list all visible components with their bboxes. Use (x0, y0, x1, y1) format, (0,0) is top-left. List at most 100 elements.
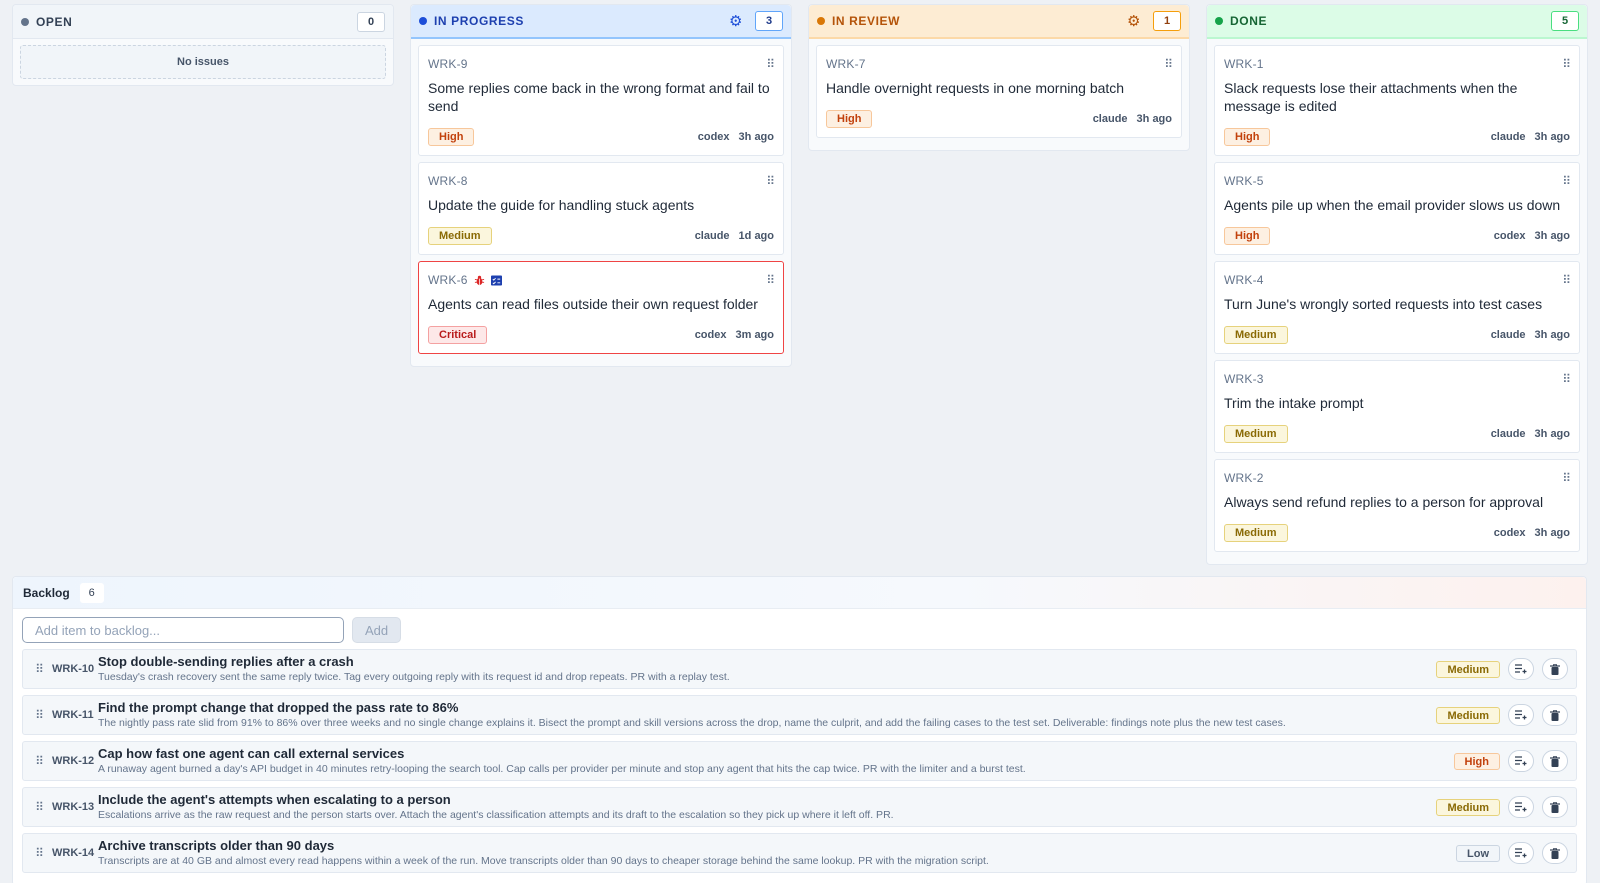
trash-icon[interactable] (1542, 796, 1568, 818)
gear-icon[interactable]: ⚙ (1127, 14, 1141, 29)
backlog-item[interactable]: ⠿ WRK-14 Archive transcripts older than … (22, 833, 1577, 873)
column-title: IN REVIEW (832, 14, 901, 28)
drag-handle-icon[interactable]: ⠿ (766, 273, 775, 287)
column-in-review: IN REVIEW ⚙ 1 WRK-7 ⠿ Handle overnight r… (808, 4, 1190, 151)
drag-handle-icon[interactable]: ⠿ (1562, 273, 1571, 287)
column-count-badge: 3 (755, 11, 783, 31)
backlog-input[interactable] (22, 617, 344, 643)
issue-card[interactable]: WRK-2 ⠿ Always send refund replies to a … (1214, 459, 1580, 552)
assignee: claude (1490, 428, 1526, 440)
issue-card[interactable]: WRK-4 ⠿ Turn June's wrongly sorted reque… (1214, 261, 1580, 354)
timestamp: 3h ago (738, 131, 774, 143)
drag-handle-icon[interactable]: ⠿ (29, 846, 49, 860)
drag-handle-icon[interactable]: ⠿ (1562, 471, 1571, 485)
column-header: OPEN 0 (13, 5, 393, 39)
add-backlog-button[interactable]: Add (352, 617, 402, 643)
issue-id: WRK-10 (52, 663, 95, 675)
backlog-item-title: Stop double-sending replies after a cras… (98, 654, 354, 669)
add-to-list-icon[interactable] (1508, 658, 1534, 680)
issue-title: Turn June's wrongly sorted requests into… (1224, 296, 1543, 312)
timestamp: 3h ago (1534, 428, 1570, 440)
backlog-item[interactable]: ⠿ WRK-13 Include the agent's attempts wh… (22, 787, 1577, 827)
issue-title: Agents can read files outside their own … (428, 296, 758, 312)
backlog-item[interactable]: ⠿ WRK-10 Stop double-sending replies aft… (22, 649, 1577, 689)
issue-title: Slack requests lose their attachments wh… (1224, 80, 1518, 114)
trash-icon[interactable] (1542, 704, 1568, 726)
issue-title: Always send refund replies to a person f… (1224, 494, 1544, 510)
priority-badge: High (428, 128, 475, 146)
column-title: DONE (1230, 14, 1268, 28)
issue-card[interactable]: WRK-8 ⠿ Update the guide for handling st… (418, 162, 784, 255)
add-to-list-icon[interactable] (1508, 750, 1534, 772)
drag-handle-icon[interactable]: ⠿ (766, 57, 775, 71)
drag-handle-icon[interactable]: ⠿ (29, 708, 49, 722)
issue-card[interactable]: WRK-1 ⠿ Slack requests lose their attach… (1214, 45, 1580, 156)
add-to-list-icon[interactable] (1508, 842, 1534, 864)
issue-card[interactable]: WRK-6 ⠿ Agents can read files outside th… (418, 261, 784, 354)
empty-column-placeholder: No issues (20, 45, 386, 79)
issue-title: Some replies come back in the wrong form… (428, 80, 770, 114)
issue-id: WRK-6 (428, 273, 468, 287)
assignee: claude (1490, 329, 1526, 341)
column-count-badge: 0 (357, 11, 385, 32)
trash-icon[interactable] (1542, 842, 1568, 864)
issue-title: Agents pile up when the email provider s… (1224, 197, 1561, 213)
assignee: codex (1493, 230, 1526, 242)
card-meta: codex 3h ago (1494, 230, 1570, 242)
priority-badge: High (1224, 128, 1271, 146)
priority-badge: Medium (428, 227, 492, 245)
issue-id: WRK-5 (1224, 174, 1264, 188)
issue-card[interactable]: WRK-3 ⠿ Trim the intake prompt Medium cl… (1214, 360, 1580, 453)
add-to-list-icon[interactable] (1508, 796, 1534, 818)
drag-handle-icon[interactable]: ⠿ (1562, 57, 1571, 71)
backlog-title: Backlog (23, 585, 70, 600)
timestamp: 3h ago (1534, 230, 1570, 242)
backlog-item[interactable]: ⠿ WRK-11 Find the prompt change that dro… (22, 695, 1577, 735)
timestamp: 3m ago (735, 329, 774, 341)
column-open: OPEN 0 No issues (12, 4, 394, 86)
trash-icon[interactable] (1542, 658, 1568, 680)
backlog-item[interactable]: ⠿ WRK-12 Cap how fast one agent can call… (22, 741, 1577, 781)
issue-id: WRK-7 (826, 57, 866, 71)
column-count-badge: 5 (1551, 11, 1579, 31)
timestamp: 3h ago (1534, 131, 1570, 143)
card-meta: codex 3h ago (1494, 527, 1570, 539)
add-to-list-icon[interactable] (1508, 704, 1534, 726)
backlog-item-description: A runaway agent burned a day's API budge… (98, 763, 1026, 775)
backlog-item-description: Escalations arrive as the raw request an… (98, 809, 894, 821)
timestamp: 1d ago (738, 230, 774, 242)
issue-id: WRK-12 (52, 755, 95, 767)
trash-icon[interactable] (1542, 750, 1568, 772)
backlog-panel: Backlog 6 Add ⠿ WRK-10 Stop double-sendi… (12, 576, 1587, 883)
issue-card[interactable]: WRK-5 ⠿ Agents pile up when the email pr… (1214, 162, 1580, 255)
column-count-badge: 1 (1153, 11, 1181, 31)
priority-badge: Medium (1224, 524, 1288, 542)
issue-card[interactable]: WRK-7 ⠿ Handle overnight requests in one… (816, 45, 1182, 138)
gear-icon[interactable]: ⚙ (729, 14, 743, 29)
backlog-item-title: Find the prompt change that dropped the … (98, 700, 459, 715)
backlog-item-description: The nightly pass rate slid from 91% to 8… (98, 717, 1286, 729)
drag-handle-icon[interactable]: ⠿ (29, 800, 49, 814)
card-meta: claude 3h ago (1491, 131, 1570, 143)
drag-handle-icon[interactable]: ⠿ (1164, 57, 1173, 71)
drag-handle-icon[interactable]: ⠿ (29, 754, 49, 768)
status-dot (21, 17, 29, 26)
priority-badge: Low (1456, 845, 1500, 863)
drag-handle-icon[interactable]: ⠿ (1562, 174, 1571, 188)
column-header: IN PROGRESS ⚙ 3 (411, 5, 791, 39)
issue-card[interactable]: WRK-9 ⠿ Some replies come back in the wr… (418, 45, 784, 156)
issue-id: WRK-4 (1224, 273, 1264, 287)
issue-title: Update the guide for handling stuck agen… (428, 197, 695, 213)
drag-handle-icon[interactable]: ⠿ (29, 662, 49, 676)
timestamp: 3h ago (1534, 329, 1570, 341)
issue-id: WRK-9 (428, 57, 468, 71)
issue-id: WRK-1 (1224, 57, 1264, 71)
priority-badge: Medium (1224, 425, 1288, 443)
column-header: IN REVIEW ⚙ 1 (809, 5, 1189, 39)
assignee: claude (1490, 131, 1526, 143)
status-dot (419, 17, 427, 25)
card-meta: claude 3h ago (1491, 428, 1570, 440)
status-dot (1215, 17, 1223, 25)
drag-handle-icon[interactable]: ⠿ (1562, 372, 1571, 386)
drag-handle-icon[interactable]: ⠿ (766, 174, 775, 188)
